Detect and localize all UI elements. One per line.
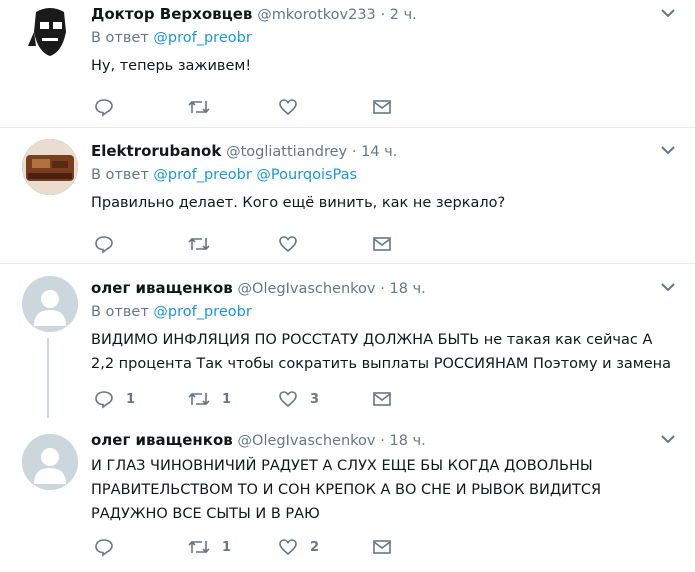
reply-button[interactable]	[94, 536, 126, 558]
reply-button[interactable]	[94, 233, 126, 255]
author-handle[interactable]: @OlegIvaschenkov	[238, 433, 376, 449]
tweet-actions	[94, 96, 424, 118]
envelope-icon	[373, 100, 391, 114]
tweet-header: Elektrorubanok @togliattiandrey · 14 ч.	[91, 141, 675, 161]
reply-prefix: В ответ	[91, 304, 149, 320]
reply-button[interactable]: 1	[94, 388, 135, 410]
like-count: 2	[310, 539, 320, 555]
direct-message-button[interactable]	[372, 233, 392, 255]
reply-icon	[95, 99, 113, 117]
like-button[interactable]: 3	[278, 388, 319, 410]
direct-message-button[interactable]	[372, 96, 392, 118]
tweet-4[interactable]: олег иващенков @OlegIvaschenkov · 18 ч. …	[0, 426, 695, 572]
chevron-down-icon[interactable]	[661, 8, 675, 18]
tweet-text: Правильно делает. Кого ещё винить, как н…	[91, 195, 506, 211]
author-name[interactable]: олег иващенков	[91, 279, 233, 297]
like-button[interactable]: 2	[278, 536, 319, 558]
reply-icon	[95, 391, 113, 409]
tweet-header: Доктор Верховцев @mkorotkov233 · 2 ч.	[91, 4, 675, 24]
retweet-button[interactable]: 1	[188, 536, 231, 558]
chevron-down-icon[interactable]	[661, 145, 675, 155]
like-button[interactable]	[278, 233, 310, 255]
reply-button[interactable]	[94, 96, 126, 118]
avatar[interactable]	[22, 2, 78, 58]
like-button[interactable]	[278, 96, 310, 118]
author-name[interactable]: Доктор Верховцев	[91, 5, 252, 23]
timestamp[interactable]: · 2 ч.	[381, 7, 417, 23]
default-avatar-icon	[22, 434, 78, 490]
envelope-icon	[373, 392, 391, 406]
author-name[interactable]: Elektrorubanok	[91, 142, 221, 160]
heart-icon	[279, 391, 297, 408]
tweet-2[interactable]: Elektrorubanok @togliattiandrey · 14 ч. …	[0, 128, 695, 264]
chevron-down-icon[interactable]	[661, 434, 675, 444]
timestamp[interactable]: · 18 ч.	[380, 281, 425, 297]
tweet-header: олег иващенков @OlegIvaschenkov · 18 ч.	[91, 278, 675, 298]
mention-link[interactable]: @prof_preobr	[153, 167, 251, 183]
reply-prefix: В ответ	[91, 167, 149, 183]
heart-icon	[279, 99, 297, 116]
tweet-text: Ну, теперь заживем!	[91, 58, 252, 74]
author-handle[interactable]: @OlegIvaschenkov	[238, 281, 376, 297]
heart-icon	[279, 539, 297, 556]
tweet-actions	[94, 233, 424, 255]
timestamp[interactable]: · 14 ч.	[352, 144, 397, 160]
reply-icon	[95, 236, 113, 254]
reply-context: В ответ @prof_preobr @PourqoisPas	[91, 166, 675, 184]
retweet-count: 1	[222, 539, 232, 555]
author-handle[interactable]: @togliattiandrey	[226, 144, 347, 160]
thread-connector-line	[47, 338, 49, 418]
reply-prefix: В ответ	[91, 30, 149, 46]
mention-link[interactable]: @PourqoisPas	[256, 167, 357, 183]
tweet-3[interactable]: олег иващенков @OlegIvaschenkov · 18 ч. …	[0, 264, 695, 426]
avatar-image-icon	[22, 2, 78, 58]
tweet-header: олег иващенков @OlegIvaschenkov · 18 ч.	[91, 430, 675, 450]
retweet-icon	[188, 392, 210, 406]
author-handle[interactable]: @mkorotkov233	[257, 7, 376, 23]
avatar[interactable]	[22, 434, 78, 490]
tweet-actions: 1 2	[94, 536, 424, 558]
tweet-text: ВИДИМО ИНФЛЯЦИЯ ПО РОССТАТУ ДОЛЖНА БЫТЬ …	[91, 332, 672, 372]
mention-link[interactable]: @prof_preobr	[153, 30, 251, 46]
retweet-button[interactable]	[188, 96, 222, 118]
avatar[interactable]	[22, 276, 78, 332]
mention-link[interactable]: @prof_preobr	[153, 304, 251, 320]
reply-context: В ответ @prof_preobr	[91, 29, 675, 47]
avatar-image-icon	[22, 139, 78, 195]
envelope-icon	[373, 237, 391, 251]
tweet-text: И ГЛАЗ ЧИНОВНИЧИЙ РАДУЕТ А СЛУХ ЕЩЕ БЫ К…	[91, 458, 602, 522]
reply-icon	[95, 539, 113, 557]
envelope-icon	[373, 540, 391, 554]
timestamp[interactable]: · 18 ч.	[380, 433, 425, 449]
direct-message-button[interactable]	[372, 388, 392, 410]
retweet-icon	[188, 237, 210, 251]
retweet-button[interactable]: 1	[188, 388, 231, 410]
reply-count: 1	[126, 391, 136, 407]
chevron-down-icon[interactable]	[661, 282, 675, 292]
default-avatar-icon	[22, 276, 78, 332]
author-name[interactable]: олег иващенков	[91, 431, 233, 449]
direct-message-button[interactable]	[372, 536, 392, 558]
retweet-count: 1	[222, 391, 232, 407]
retweet-icon	[188, 540, 210, 554]
avatar[interactable]	[22, 139, 78, 195]
heart-icon	[279, 236, 297, 253]
retweet-button[interactable]	[188, 233, 222, 255]
retweet-icon	[188, 100, 210, 114]
tweet-1[interactable]: Доктор Верховцев @mkorotkov233 · 2 ч. В …	[0, 0, 695, 128]
like-count: 3	[310, 391, 320, 407]
reply-context: В ответ @prof_preobr	[91, 303, 675, 321]
tweet-actions: 1 1 3	[94, 388, 424, 410]
